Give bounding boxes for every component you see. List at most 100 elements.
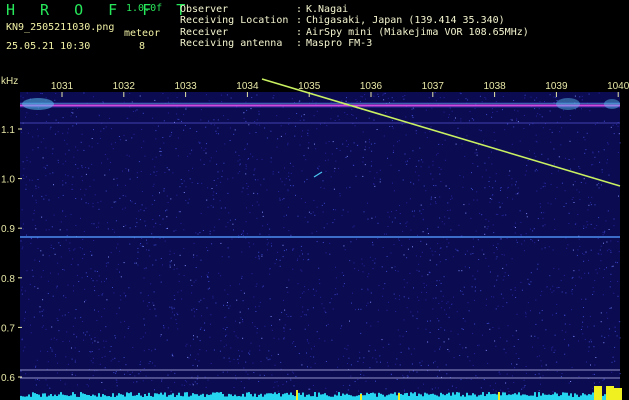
noise-dot bbox=[96, 280, 98, 282]
noise-dot bbox=[70, 115, 72, 117]
noise-dot bbox=[203, 298, 205, 300]
noise-dot bbox=[150, 173, 152, 175]
noise-dot bbox=[123, 262, 125, 264]
noise-dot bbox=[85, 299, 87, 301]
noise-dot bbox=[466, 250, 468, 252]
baseline-bar bbox=[384, 396, 386, 400]
noise-dot bbox=[403, 389, 405, 391]
noise-dot bbox=[491, 198, 493, 200]
noise-dot bbox=[256, 119, 258, 121]
baseline-bar bbox=[50, 394, 52, 400]
baseline-bar bbox=[388, 394, 390, 400]
noise-dot bbox=[614, 326, 616, 328]
noise-dot bbox=[598, 381, 600, 383]
noise-dot bbox=[205, 152, 207, 154]
noise-dot bbox=[183, 180, 185, 182]
baseline-bar bbox=[194, 394, 196, 400]
noise-dot bbox=[318, 279, 320, 281]
noise-dot bbox=[153, 183, 155, 185]
noise-dot bbox=[450, 229, 452, 231]
noise-dot bbox=[98, 295, 100, 297]
noise-dot bbox=[585, 149, 587, 151]
noise-dot bbox=[154, 348, 156, 350]
noise-dot bbox=[88, 145, 90, 147]
noise-dot bbox=[49, 128, 51, 130]
noise-dot bbox=[25, 116, 26, 118]
baseline-bar bbox=[144, 393, 146, 400]
noise-dot bbox=[367, 276, 369, 278]
noise-dot bbox=[87, 203, 89, 205]
noise-dot bbox=[361, 96, 363, 98]
noise-dot bbox=[341, 100, 343, 102]
noise-dot bbox=[270, 130, 272, 132]
noise-dot bbox=[234, 129, 236, 131]
noise-dot bbox=[515, 330, 517, 332]
noise-dot bbox=[210, 157, 212, 159]
noise-dot bbox=[98, 348, 100, 350]
baseline-bar bbox=[428, 394, 430, 400]
noise-dot bbox=[291, 98, 293, 100]
noise-dot bbox=[529, 150, 530, 152]
noise-dot bbox=[368, 273, 370, 275]
baseline-bar bbox=[106, 396, 108, 400]
noise-dot bbox=[196, 383, 198, 385]
noise-dot bbox=[258, 204, 260, 206]
noise-dot bbox=[115, 371, 117, 373]
noise-dot bbox=[455, 387, 457, 389]
noise-dot bbox=[84, 288, 86, 290]
baseline-bar bbox=[490, 394, 492, 400]
noise-dot bbox=[572, 197, 574, 198]
noise-dot bbox=[517, 193, 519, 195]
noise-dot bbox=[588, 196, 589, 198]
noise-dot bbox=[495, 213, 497, 215]
noise-dot bbox=[604, 230, 606, 232]
noise-dot bbox=[426, 137, 428, 139]
noise-dot bbox=[600, 312, 602, 314]
noise-dot bbox=[372, 244, 374, 246]
noise-dot bbox=[430, 126, 432, 128]
noise-dot bbox=[242, 187, 244, 189]
noise-dot bbox=[411, 210, 413, 212]
noise-dot bbox=[208, 272, 209, 274]
noise-dot bbox=[253, 243, 255, 245]
noise-dot bbox=[22, 246, 24, 248]
noise-dot bbox=[502, 297, 504, 299]
noise-dot bbox=[227, 222, 229, 224]
noise-dot bbox=[456, 132, 458, 134]
noise-dot bbox=[440, 327, 442, 329]
noise-dot bbox=[173, 268, 175, 270]
noise-dot bbox=[297, 215, 299, 217]
noise-dot bbox=[579, 96, 581, 98]
noise-dot bbox=[512, 335, 514, 337]
noise-dot bbox=[372, 241, 373, 243]
noise-dot bbox=[62, 132, 64, 134]
noise-dot bbox=[491, 116, 493, 118]
baseline-bar bbox=[222, 393, 224, 400]
noise-dot bbox=[363, 211, 365, 213]
noise-dot bbox=[481, 176, 483, 178]
noise-dot bbox=[115, 220, 117, 222]
noise-dot bbox=[530, 310, 531, 312]
noise-dot bbox=[597, 238, 599, 239]
noise-dot bbox=[568, 223, 570, 224]
noise-dot bbox=[373, 119, 375, 121]
noise-dot bbox=[338, 358, 339, 360]
baseline-bar bbox=[192, 393, 194, 400]
noise-dot bbox=[39, 311, 41, 313]
noise-dot bbox=[84, 194, 86, 196]
noise-dot bbox=[503, 348, 505, 350]
noise-dot bbox=[136, 176, 138, 178]
baseline-bar bbox=[188, 396, 190, 400]
noise-dot bbox=[315, 290, 317, 292]
noise-dot bbox=[529, 124, 531, 126]
noise-dot bbox=[418, 160, 420, 162]
noise-dot bbox=[238, 350, 240, 352]
noise-dot bbox=[120, 276, 122, 278]
noise-dot bbox=[131, 201, 133, 203]
noise-dot bbox=[124, 373, 125, 375]
noise-dot bbox=[484, 226, 486, 228]
noise-dot bbox=[149, 255, 151, 257]
noise-dot bbox=[447, 389, 449, 391]
noise-dot bbox=[153, 291, 155, 293]
noise-dot bbox=[75, 198, 77, 199]
